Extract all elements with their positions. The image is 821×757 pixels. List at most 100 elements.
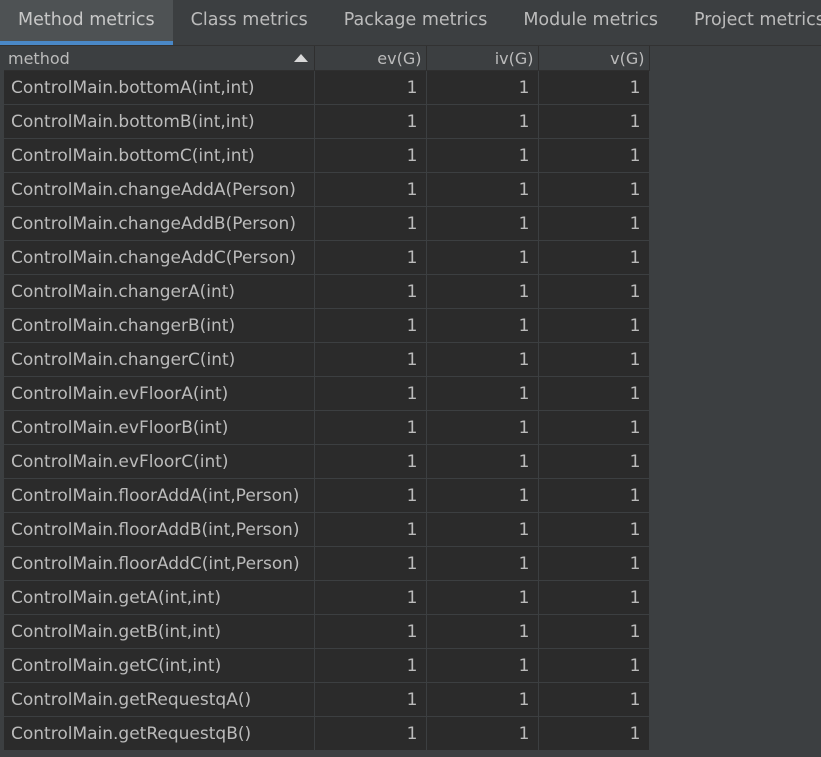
table-row[interactable]: ControlMain.changerA(int) 1 1 1 — [4, 274, 650, 309]
tab-project-metrics[interactable]: Project metrics — [676, 0, 821, 45]
cell-iv: 1 — [426, 648, 539, 683]
table-row[interactable]: ControlMain.changerB(int) 1 1 1 — [4, 308, 650, 343]
table-row[interactable]: ControlMain.getC(int,int) 1 1 1 — [4, 648, 650, 683]
cell-v: 1 — [538, 444, 650, 479]
table-row[interactable]: ControlMain.changeAddC(Person) 1 1 1 — [4, 240, 650, 275]
cell-v: 1 — [538, 410, 650, 445]
table-row[interactable]: ControlMain.changeAddA(Person) 1 1 1 — [4, 172, 650, 207]
tab-package-metrics[interactable]: Package metrics — [326, 0, 506, 45]
cell-method: ControlMain.getRequestqA() — [4, 682, 315, 717]
cell-ev: 1 — [314, 682, 427, 717]
table-row[interactable]: ControlMain.getRequestqA() 1 1 1 — [4, 682, 650, 717]
column-header-iv[interactable]: iv(G) — [426, 46, 539, 71]
cell-ev: 1 — [314, 206, 427, 241]
cell-method: ControlMain.changeAddB(Person) — [4, 206, 315, 241]
cell-ev: 1 — [314, 614, 427, 649]
cell-method: ControlMain.getA(int,int) — [4, 580, 315, 615]
cell-v: 1 — [538, 682, 650, 717]
cell-method: ControlMain.getC(int,int) — [4, 648, 315, 683]
tab-method-metrics[interactable]: Method metrics — [0, 0, 173, 45]
cell-ev: 1 — [314, 138, 427, 173]
table-row[interactable]: ControlMain.floorAddA(int,Person) 1 1 1 — [4, 478, 650, 513]
cell-iv: 1 — [426, 274, 539, 309]
cell-ev: 1 — [314, 716, 427, 751]
cell-iv: 1 — [426, 512, 539, 547]
cell-method: ControlMain.bottomA(int,int) — [4, 70, 315, 105]
cell-v: 1 — [538, 206, 650, 241]
cell-v: 1 — [538, 70, 650, 105]
cell-iv: 1 — [426, 138, 539, 173]
column-header-ev[interactable]: ev(G) — [314, 46, 427, 71]
cell-v: 1 — [538, 138, 650, 173]
cell-iv: 1 — [426, 172, 539, 207]
cell-method: ControlMain.changerC(int) — [4, 342, 315, 377]
table-row[interactable]: ControlMain.evFloorB(int) 1 1 1 — [4, 410, 650, 445]
table-row[interactable]: ControlMain.getRequestqB() 1 1 1 — [4, 716, 650, 751]
table-row[interactable]: ControlMain.changerC(int) 1 1 1 — [4, 342, 650, 377]
cell-v: 1 — [538, 240, 650, 275]
cell-v: 1 — [538, 376, 650, 411]
column-header-method[interactable]: method — [4, 46, 315, 71]
cell-ev: 1 — [314, 342, 427, 377]
cell-iv: 1 — [426, 410, 539, 445]
cell-ev: 1 — [314, 376, 427, 411]
cell-v: 1 — [538, 546, 650, 581]
table-row[interactable]: ControlMain.bottomB(int,int) 1 1 1 — [4, 104, 650, 139]
cell-iv: 1 — [426, 206, 539, 241]
cell-ev: 1 — [314, 580, 427, 615]
column-header-v[interactable]: v(G) — [538, 46, 650, 71]
cell-iv: 1 — [426, 546, 539, 581]
cell-ev: 1 — [314, 240, 427, 275]
cell-v: 1 — [538, 172, 650, 207]
cell-v: 1 — [538, 478, 650, 513]
cell-method: ControlMain.evFloorC(int) — [4, 444, 315, 479]
cell-ev: 1 — [314, 512, 427, 547]
cell-iv: 1 — [426, 376, 539, 411]
cell-v: 1 — [538, 512, 650, 547]
cell-v: 1 — [538, 274, 650, 309]
cell-method: ControlMain.floorAddA(int,Person) — [4, 478, 315, 513]
cell-method: ControlMain.floorAddB(int,Person) — [4, 512, 315, 547]
cell-iv: 1 — [426, 614, 539, 649]
cell-ev: 1 — [314, 546, 427, 581]
cell-method: ControlMain.bottomB(int,int) — [4, 104, 315, 139]
table-body: ControlMain.bottomA(int,int) 1 1 1 ControlMa… — [4, 70, 650, 751]
cell-method: ControlMain.floorAddC(int,Person) — [4, 546, 315, 581]
cell-iv: 1 — [426, 444, 539, 479]
sort-ascending-icon — [293, 54, 308, 62]
cell-ev: 1 — [314, 274, 427, 309]
cell-method: ControlMain.changeAddC(Person) — [4, 240, 315, 275]
cell-iv: 1 — [426, 70, 539, 105]
cell-v: 1 — [538, 580, 650, 615]
cell-method: ControlMain.bottomC(int,int) — [4, 138, 315, 173]
cell-method: ControlMain.getB(int,int) — [4, 614, 315, 649]
cell-iv: 1 — [426, 104, 539, 139]
method-metrics-table-container[interactable]: method ev(G) iv(G) v(G) ControlMain.bott… — [4, 46, 821, 757]
table-row[interactable]: ControlMain.floorAddC(int,Person) 1 1 1 — [4, 546, 650, 581]
cell-v: 1 — [538, 648, 650, 683]
table-row[interactable]: ControlMain.bottomC(int,int) 1 1 1 — [4, 138, 650, 173]
tab-module-metrics[interactable]: Module metrics — [505, 0, 676, 45]
table-row[interactable]: ControlMain.getB(int,int) 1 1 1 — [4, 614, 650, 649]
cell-method: ControlMain.changerB(int) — [4, 308, 315, 343]
table-row[interactable]: ControlMain.bottomA(int,int) 1 1 1 — [4, 70, 650, 105]
table-row[interactable]: ControlMain.evFloorA(int) 1 1 1 — [4, 376, 650, 411]
cell-v: 1 — [538, 104, 650, 139]
table-row[interactable]: ControlMain.getA(int,int) 1 1 1 — [4, 580, 650, 615]
metrics-tab-bar: Method metrics Class metrics Package met… — [0, 0, 821, 46]
cell-method: ControlMain.changerA(int) — [4, 274, 315, 309]
cell-ev: 1 — [314, 444, 427, 479]
cell-iv: 1 — [426, 478, 539, 513]
table-row[interactable]: ControlMain.evFloorC(int) 1 1 1 — [4, 444, 650, 479]
table-row[interactable]: ControlMain.changeAddB(Person) 1 1 1 — [4, 206, 650, 241]
cell-v: 1 — [538, 716, 650, 751]
table-header-row: method ev(G) iv(G) v(G) — [4, 46, 650, 71]
table-row[interactable]: ControlMain.floorAddB(int,Person) 1 1 1 — [4, 512, 650, 547]
cell-iv: 1 — [426, 308, 539, 343]
cell-v: 1 — [538, 308, 650, 343]
cell-v: 1 — [538, 342, 650, 377]
cell-ev: 1 — [314, 70, 427, 105]
cell-method: ControlMain.evFloorB(int) — [4, 410, 315, 445]
cell-method: ControlMain.evFloorA(int) — [4, 376, 315, 411]
tab-class-metrics[interactable]: Class metrics — [173, 0, 326, 45]
